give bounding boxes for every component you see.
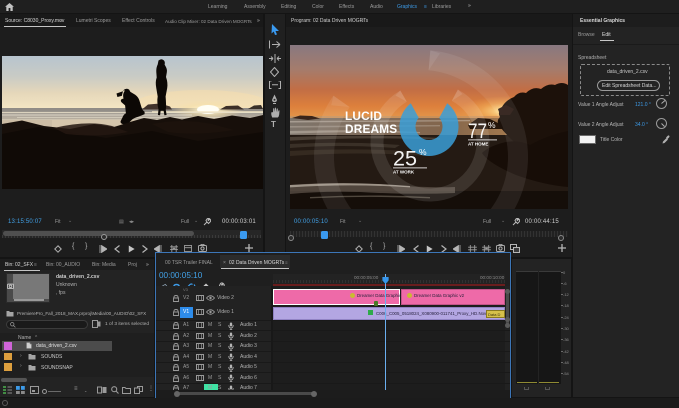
svg-text:AT WORK: AT WORK [393,170,415,175]
svg-text:DREAMS: DREAMS [345,122,397,136]
svg-text:25: 25 [393,148,417,171]
svg-text:AT HOME: AT HOME [468,142,488,147]
svg-text:LUCID: LUCID [345,109,382,123]
svg-text:%: % [488,120,496,130]
svg-text:%: % [419,147,427,157]
